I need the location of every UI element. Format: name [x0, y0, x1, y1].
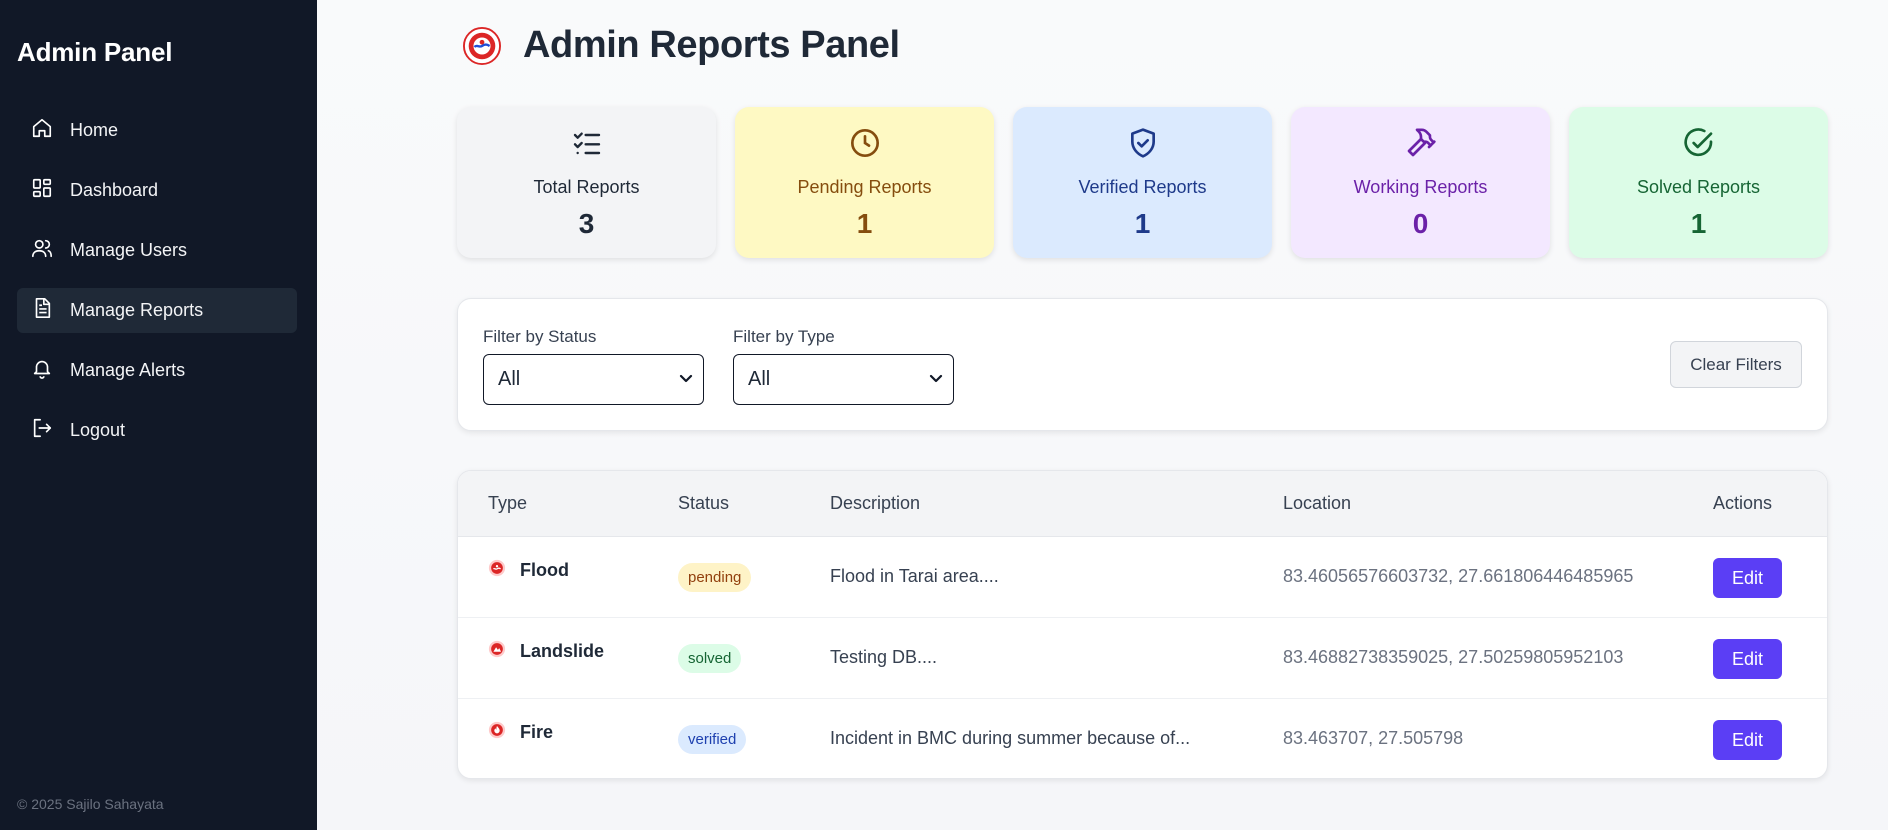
- sidebar-item-manage-alerts[interactable]: Manage Alerts: [17, 348, 297, 393]
- stat-value: 3: [578, 208, 595, 239]
- sidebar-item-label: Manage Alerts: [70, 360, 186, 380]
- checklist-icon: [571, 127, 603, 164]
- column-header-type: Type: [488, 493, 528, 513]
- status-badge: pending: [678, 563, 752, 592]
- hammer-icon: [1405, 127, 1437, 164]
- page-header: Admin Reports Panel: [463, 24, 900, 67]
- type-cell: Fire: [488, 721, 553, 744]
- status-badge: solved: [678, 644, 742, 673]
- stat-card-verified: Verified Reports 1: [1013, 107, 1272, 258]
- location-cell: 83.46056576603732, 27.661806446485965: [1283, 566, 1634, 586]
- stat-card-total: Total Reports 3: [457, 107, 716, 258]
- bell-icon: [31, 357, 70, 384]
- type-filter-group: Filter by Type All: [733, 327, 954, 405]
- sidebar-item-label: Manage Users: [70, 240, 188, 260]
- stat-value: 0: [1412, 208, 1429, 239]
- sidebar: Admin Panel Home Dashboard Manage Users …: [0, 0, 317, 830]
- report-type: Fire: [520, 722, 554, 742]
- users-icon: [31, 237, 70, 264]
- stat-label: Solved Reports: [1636, 177, 1761, 197]
- column-header-actions: Actions: [1713, 493, 1773, 513]
- description-cell: Flood in Tarai area....: [830, 566, 999, 586]
- table-row: Landslide solved Testing DB.... 83.46882…: [458, 618, 1827, 699]
- type-filter-value: All: [748, 368, 771, 390]
- stat-label: Working Reports: [1353, 177, 1488, 197]
- type-filter-label: Filter by Type: [733, 327, 835, 346]
- stat-value: 1: [1690, 208, 1707, 239]
- check-circle-icon: [1683, 127, 1715, 164]
- dashboard-icon: [31, 177, 70, 204]
- flood-icon: [488, 559, 520, 582]
- copyright-text: © 2025 Sajilo Sahayata: [17, 796, 164, 812]
- table-header: Type Status Description Location Actions: [458, 471, 1827, 537]
- table-row: Fire verified Incident in BMC during sum…: [458, 699, 1827, 778]
- sajilo-sahayata-logo: [463, 26, 501, 65]
- column-header-location: Location: [1283, 493, 1352, 513]
- type-cell: Landslide: [488, 640, 604, 663]
- clear-filters-button[interactable]: Clear Filters: [1670, 341, 1802, 388]
- logout-icon: [31, 417, 70, 444]
- report-type: Flood: [520, 560, 569, 580]
- edit-button[interactable]: Edit: [1713, 720, 1782, 760]
- stat-card-working: Working Reports 0: [1291, 107, 1550, 258]
- sidebar-item-logout[interactable]: Logout: [17, 408, 297, 453]
- column-header-description: Description: [830, 493, 921, 513]
- location-cell: 83.463707, 27.505798: [1283, 728, 1464, 748]
- type-filter-select[interactable]: All: [733, 354, 954, 405]
- sidebar-item-label: Home: [70, 120, 119, 140]
- main-content: Admin Reports Panel Total Reports 3 Pend…: [317, 0, 1888, 830]
- chevron-down-icon: [679, 368, 693, 391]
- status-filter-label: Filter by Status: [483, 327, 597, 346]
- document-icon: [31, 297, 70, 324]
- sidebar-item-home[interactable]: Home: [17, 108, 297, 153]
- status-badge: verified: [678, 725, 747, 754]
- page-title: Admin Reports Panel: [523, 24, 900, 66]
- stat-value: 1: [1134, 208, 1151, 239]
- stat-card-solved: Solved Reports 1: [1569, 107, 1828, 258]
- sidebar-brand: Admin Panel: [17, 37, 173, 67]
- edit-button[interactable]: Edit: [1713, 639, 1782, 679]
- stat-value: 1: [856, 208, 873, 239]
- description-cell: Testing DB....: [830, 647, 938, 667]
- shield-check-icon: [1127, 127, 1159, 164]
- type-cell: Flood: [488, 559, 569, 582]
- filters-panel: Filter by Status All Filter by Type All …: [457, 298, 1828, 431]
- sidebar-item-label: Logout: [70, 420, 126, 440]
- chevron-down-icon: [929, 368, 943, 391]
- stat-card-pending: Pending Reports 1: [735, 107, 994, 258]
- status-filter-value: All: [498, 368, 521, 390]
- reports-table: Type Status Description Location Actions…: [457, 470, 1828, 779]
- report-type: Landslide: [520, 641, 605, 661]
- stat-label: Pending Reports: [797, 177, 932, 197]
- sidebar-item-manage-reports[interactable]: Manage Reports: [17, 288, 297, 333]
- location-cell: 83.46882738359025, 27.50259805952103: [1283, 647, 1624, 667]
- sidebar-item-label: Dashboard: [70, 180, 159, 200]
- status-filter-select[interactable]: All: [483, 354, 704, 405]
- sidebar-item-manage-users[interactable]: Manage Users: [17, 228, 297, 273]
- table-row: Flood pending Flood in Tarai area.... 83…: [458, 537, 1827, 618]
- stats-cards: Total Reports 3 Pending Reports 1 Verifi…: [457, 107, 1828, 258]
- description-cell: Incident in BMC during summer because of…: [830, 728, 1191, 748]
- home-icon: [31, 117, 70, 144]
- fire-icon: [488, 721, 520, 744]
- stat-label: Total Reports: [533, 177, 640, 197]
- landslide-icon: [488, 640, 520, 663]
- column-header-status: Status: [678, 493, 730, 513]
- status-filter-group: Filter by Status All: [483, 327, 704, 405]
- clock-icon: [849, 127, 881, 164]
- edit-button[interactable]: Edit: [1713, 558, 1782, 598]
- sidebar-item-label: Manage Reports: [70, 300, 204, 320]
- stat-label: Verified Reports: [1078, 177, 1207, 197]
- sidebar-item-dashboard[interactable]: Dashboard: [17, 168, 297, 213]
- sidebar-nav: Home Dashboard Manage Users Manage Repor…: [17, 108, 297, 468]
